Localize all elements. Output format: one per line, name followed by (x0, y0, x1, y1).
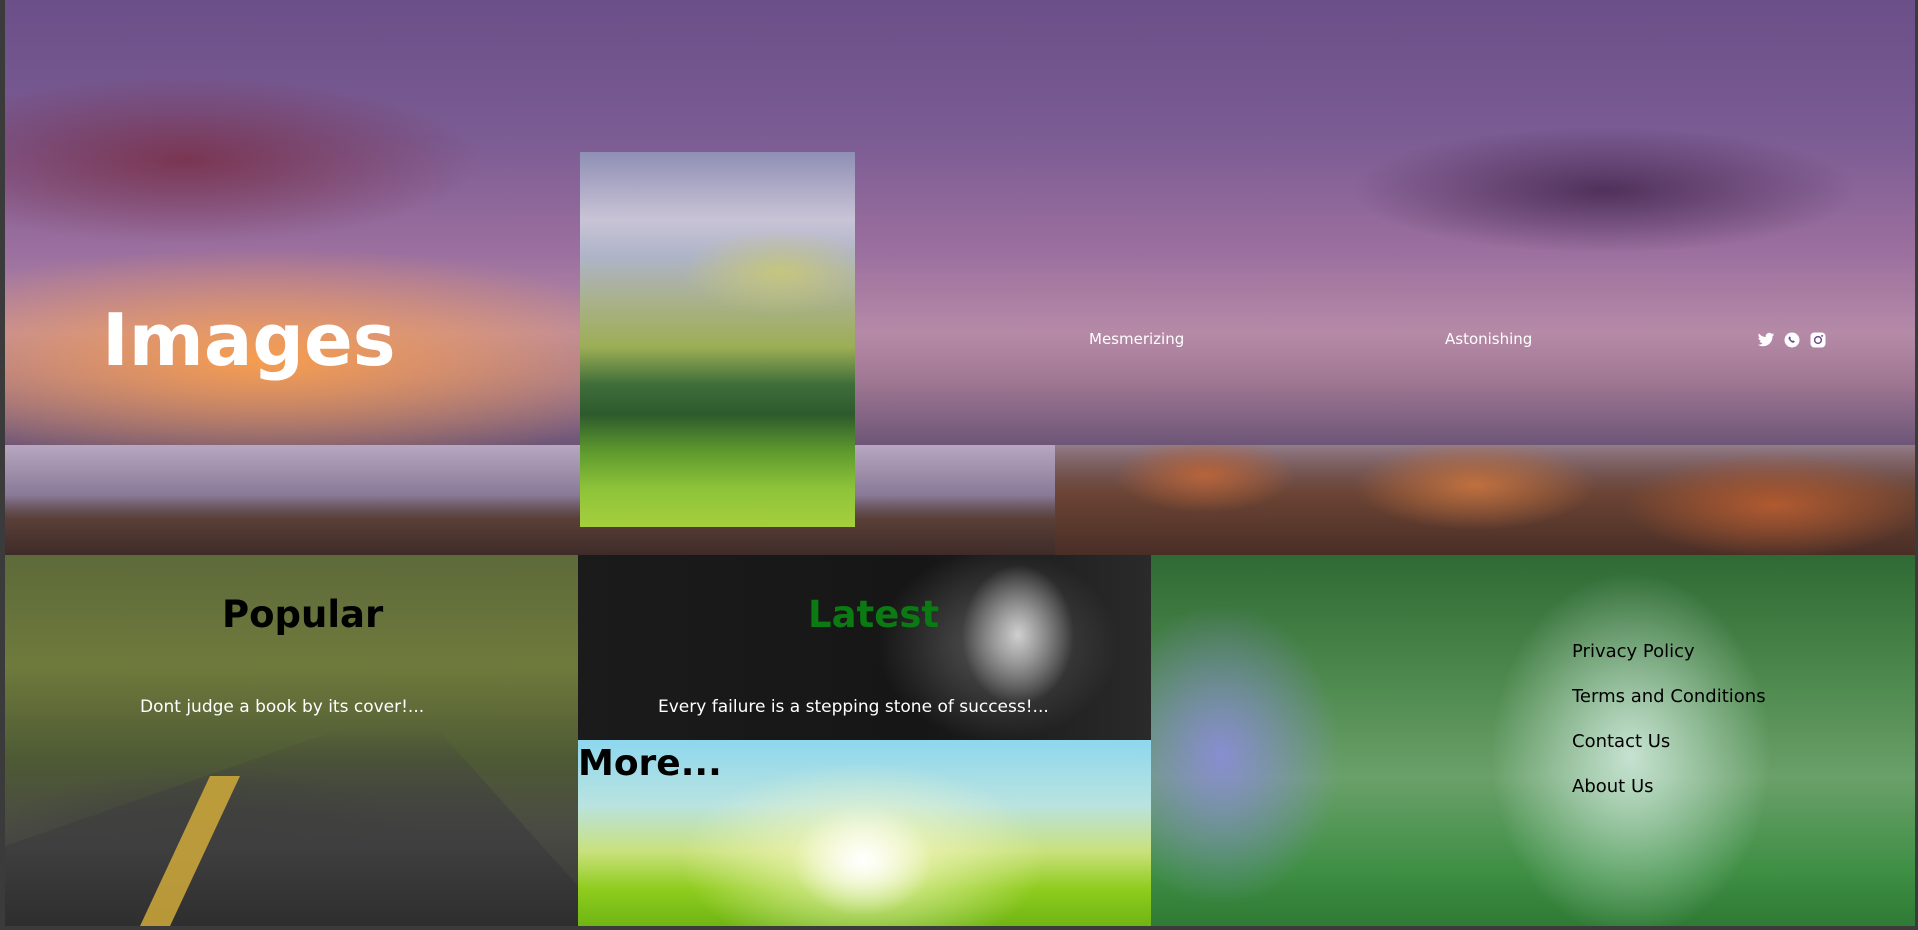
more-heading[interactable]: More... (578, 742, 722, 786)
nav-link-astonishing[interactable]: Astonishing (1445, 330, 1532, 348)
latest-heading[interactable]: Latest (808, 593, 939, 637)
instagram-icon[interactable] (1809, 331, 1827, 349)
site-title: Images (102, 298, 396, 382)
page: Images Mesmerizing Astonishing Popular D… (0, 0, 1918, 930)
footer-link-about-us[interactable]: About Us (1572, 776, 1766, 821)
popular-panel[interactable]: Popular Dont judge a book by its cover!.… (5, 555, 578, 926)
more-panel[interactable]: More... (578, 740, 1151, 926)
footer-link-privacy-policy[interactable]: Privacy Policy (1572, 641, 1766, 686)
latest-panel[interactable]: Latest Every failure is a stepping stone… (578, 555, 1151, 740)
hero-rocks-right (1055, 445, 1915, 555)
social-links (1757, 331, 1827, 349)
road-background (5, 726, 578, 926)
popular-heading[interactable]: Popular (222, 593, 383, 637)
footer-link-contact-us[interactable]: Contact Us (1572, 731, 1766, 776)
popular-quote: Dont judge a book by its cover!... (140, 697, 425, 717)
hero-featured-image[interactable] (580, 152, 855, 527)
nav-link-mesmerizing[interactable]: Mesmerizing (1089, 330, 1184, 348)
twitter-icon[interactable] (1757, 331, 1775, 349)
latest-quote: Every failure is a stepping stone of suc… (658, 697, 1049, 717)
footer-link-terms-and-conditions[interactable]: Terms and Conditions (1572, 686, 1766, 731)
hero-rocks-left (5, 495, 1105, 555)
hero-banner: Images Mesmerizing Astonishing (5, 0, 1915, 555)
whatsapp-icon[interactable] (1783, 331, 1801, 349)
footer-links-panel: Privacy Policy Terms and Conditions Cont… (1151, 555, 1915, 926)
footer-links: Privacy Policy Terms and Conditions Cont… (1572, 641, 1766, 821)
